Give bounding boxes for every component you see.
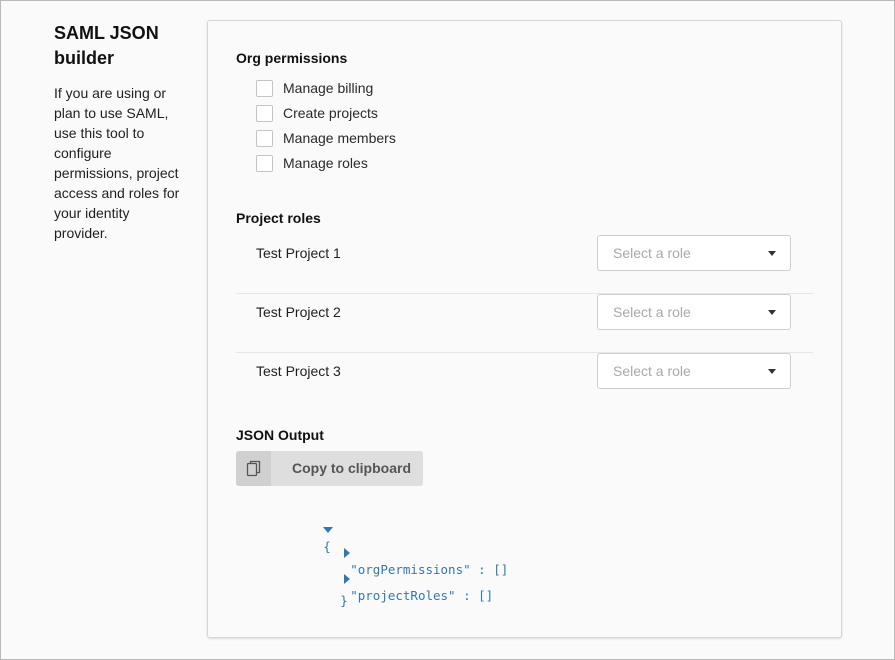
copy-icon-container — [236, 451, 271, 486]
checkbox-label: Manage billing — [283, 80, 374, 96]
json-separator: : — [455, 588, 479, 603]
json-close-line: } — [280, 574, 348, 608]
project-name: Test Project 1 — [256, 245, 341, 261]
project-row: Test Project 1 Select a role — [236, 235, 813, 294]
project-row: Test Project 2 Select a role — [236, 294, 813, 353]
copy-button-label: Copy to clipboard — [292, 460, 411, 476]
builder-card: Org permissions Manage billing Create pr… — [207, 20, 842, 638]
json-value: [] — [478, 588, 494, 603]
manage-roles-checkbox[interactable] — [256, 154, 273, 172]
json-key-line[interactable]: "projectRoles" : [] — [284, 551, 493, 603]
manage-members-checkbox[interactable] — [256, 129, 273, 147]
sidebar: SAML JSON builder If you are using or pl… — [54, 21, 184, 243]
page-title: SAML JSON builder — [54, 23, 159, 68]
checkbox-row-create-projects[interactable]: Create projects — [256, 103, 378, 123]
manage-billing-checkbox[interactable] — [256, 79, 273, 97]
checkbox-label: Manage roles — [283, 155, 368, 171]
checkbox-label: Manage members — [283, 130, 396, 146]
project-roles-title: Project roles — [236, 210, 321, 226]
project-name: Test Project 3 — [256, 363, 341, 379]
json-output-title: JSON Output — [236, 427, 324, 443]
checkbox-row-manage-billing[interactable]: Manage billing — [256, 78, 373, 98]
copy-to-clipboard-button[interactable]: Copy to clipboard — [236, 451, 423, 486]
checkbox-row-manage-roles[interactable]: Manage roles — [256, 153, 368, 173]
checkbox-label: Create projects — [283, 105, 378, 121]
json-key-line[interactable]: "orgPermissions" : [] — [284, 525, 508, 577]
role-select[interactable]: Select a role — [597, 235, 791, 271]
json-root-line[interactable]: { — [263, 502, 334, 554]
role-select-placeholder: Select a role — [613, 363, 691, 379]
role-select-placeholder: Select a role — [613, 245, 691, 261]
chevron-down-icon — [768, 310, 776, 315]
page-description: If you are using or plan to use SAML, us… — [54, 85, 180, 241]
json-close-brace: } — [340, 593, 348, 608]
project-name: Test Project 2 — [256, 304, 341, 320]
create-projects-checkbox[interactable] — [256, 104, 273, 122]
app-frame: SAML JSON builder If you are using or pl… — [0, 0, 895, 660]
checkbox-row-manage-members[interactable]: Manage members — [256, 128, 396, 148]
json-value: [] — [493, 562, 509, 577]
role-select[interactable]: Select a role — [597, 294, 791, 330]
org-permissions-title: Org permissions — [236, 50, 348, 66]
project-row: Test Project 3 Select a role — [236, 353, 813, 411]
role-select[interactable]: Select a role — [597, 353, 791, 389]
chevron-down-icon — [768, 251, 776, 256]
json-key: "projectRoles" — [350, 588, 456, 603]
chevron-down-icon — [768, 369, 776, 374]
copy-icon — [246, 460, 261, 477]
role-select-placeholder: Select a role — [613, 304, 691, 320]
